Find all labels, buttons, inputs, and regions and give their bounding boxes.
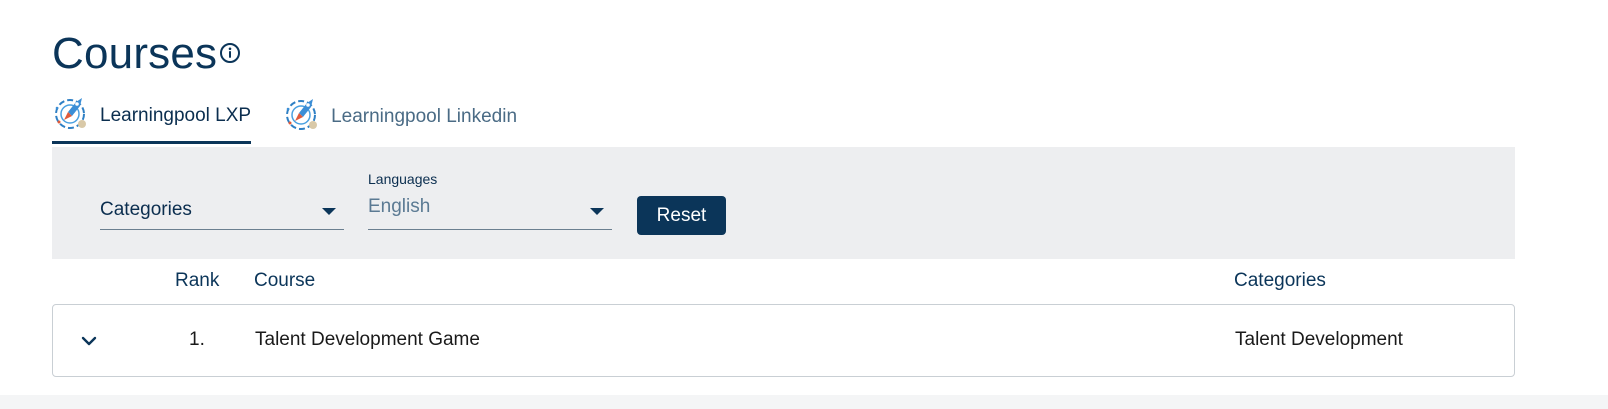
bottom-divider [0, 395, 1608, 409]
caret-down-icon [590, 208, 604, 215]
rocket-logo-icon [283, 95, 321, 133]
caret-down-icon [322, 208, 336, 215]
page-title: Courses [52, 29, 218, 78]
row-course-title: Talent Development Game [255, 329, 480, 350]
categories-select-value: Categories [100, 199, 192, 220]
row-rank: 1. [189, 329, 205, 350]
courses-page: Courses Learningpool LXP Learningpool Li… [0, 0, 1608, 409]
chevron-down-icon[interactable] [79, 331, 99, 351]
info-icon[interactable] [219, 42, 241, 64]
languages-label: Languages [368, 171, 438, 187]
categories-select[interactable]: Categories [100, 193, 344, 230]
title-row: Courses [52, 28, 241, 80]
filter-bar: Categories Languages English Reset [52, 147, 1515, 259]
tab-label: Learningpool LXP [100, 104, 252, 126]
reset-button[interactable]: Reset [637, 196, 726, 235]
column-header-rank[interactable]: Rank [175, 270, 219, 292]
provider-tabs: Learningpool LXP Learningpool Linkedin [52, 90, 517, 144]
rocket-logo-icon [52, 94, 90, 132]
tab-learningpool-linkedin[interactable]: Learningpool Linkedin [283, 90, 517, 144]
tab-learningpool-lxp[interactable]: Learningpool LXP [52, 90, 252, 144]
tab-label: Learningpool Linkedin [331, 106, 518, 127]
column-header-course[interactable]: Course [254, 270, 315, 292]
languages-select-value: English [368, 196, 431, 217]
languages-select[interactable]: English [368, 193, 612, 230]
table-row[interactable]: 1. Talent Development Game Talent Develo… [52, 304, 1515, 377]
column-header-categories[interactable]: Categories [1234, 270, 1326, 292]
row-categories: Talent Development [1235, 329, 1403, 350]
table-header: Rank Course Categories [52, 270, 1515, 296]
